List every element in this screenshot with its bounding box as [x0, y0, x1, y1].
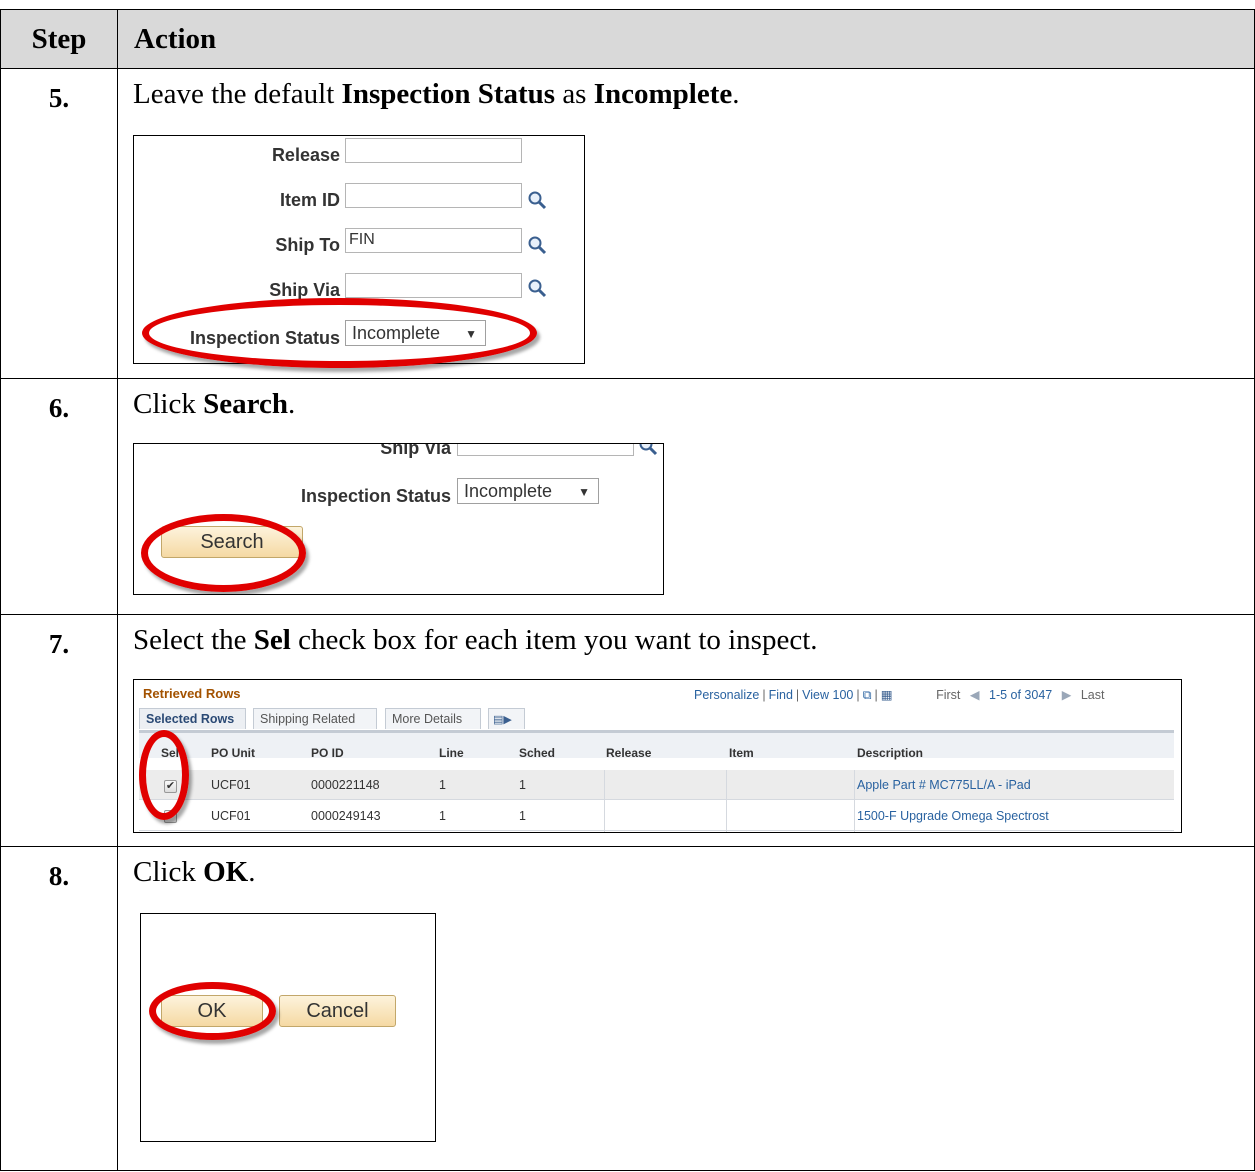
step-number: 7.: [0, 614, 118, 847]
lookup-icon[interactable]: [527, 235, 547, 255]
sched-cell: 1: [519, 778, 526, 792]
row-count: 1-5 of 3047: [989, 688, 1053, 702]
item-id-label: Item ID: [279, 190, 340, 210]
line-cell: 1: [439, 778, 446, 792]
step-column-header: Step: [0, 9, 118, 69]
lookup-icon[interactable]: [638, 443, 658, 456]
sel-checkbox[interactable]: ✔: [164, 780, 177, 793]
tab-shipping-related[interactable]: Shipping Related: [253, 708, 377, 729]
step-instruction: Click Search.: [133, 388, 296, 420]
column-header-po-id: PO ID: [311, 746, 344, 760]
ok-cancel-screenshot: OK Cancel: [140, 913, 436, 1142]
inspection-status-select[interactable]: Incomplete ▼: [457, 478, 599, 504]
step-number: 6.: [0, 378, 118, 615]
step-row-8: 8. Click OK. OK Cancel: [0, 846, 1255, 1171]
step-action: Leave the default Inspection Status as I…: [117, 68, 1255, 379]
grid-title: Retrieved Rows: [143, 686, 241, 701]
sel-checkbox[interactable]: [164, 810, 177, 823]
step-instruction: Select the Sel check box for each item y…: [133, 624, 818, 656]
show-all-columns-icon[interactable]: ▤▶: [488, 708, 525, 729]
ship-via-input[interactable]: [345, 273, 522, 298]
description-link[interactable]: 1500-F Upgrade Omega Spectrost: [857, 809, 1049, 823]
grid-header: [139, 730, 1174, 758]
prev-arrow-icon[interactable]: ◀: [970, 688, 980, 702]
ship-via-label: Ship Via: [269, 280, 340, 300]
step-row-5: 5. Leave the default Inspection Status a…: [0, 68, 1255, 379]
po-id-cell: 0000249143: [311, 809, 381, 823]
lookup-icon[interactable]: [527, 190, 547, 210]
search-button[interactable]: Search: [161, 526, 303, 558]
step-row-6: 6. Click Search. Ship Via Inspection Sta…: [0, 378, 1255, 615]
column-divider: [854, 770, 855, 832]
step-number: 8.: [0, 846, 118, 1171]
dropdown-arrow-icon: ▼: [465, 327, 477, 341]
cancel-button[interactable]: Cancel: [279, 995, 396, 1027]
inspection-status-label: Inspection Status: [189, 328, 340, 348]
release-input[interactable]: [345, 138, 522, 163]
column-header-description: Description: [857, 746, 924, 760]
column-header-sched: Sched: [519, 746, 556, 760]
action-column-header: Action: [117, 9, 1255, 69]
step-number: 5.: [0, 68, 118, 379]
lookup-icon[interactable]: [527, 278, 547, 298]
column-divider: [726, 770, 727, 832]
view-all-link[interactable]: View 100: [802, 688, 853, 702]
table-header-row: Step Action: [0, 9, 1255, 69]
tab-more-details[interactable]: More Details: [385, 708, 481, 729]
next-arrow-icon[interactable]: ▶: [1062, 688, 1072, 702]
personalize-link[interactable]: Personalize: [694, 688, 759, 702]
item-id-input[interactable]: [345, 183, 522, 208]
column-header-item: Item: [729, 746, 754, 760]
retrieved-rows-screenshot: Retrieved Rows Personalize | Find | View 100…: [133, 679, 1182, 833]
ship-to-input[interactable]: FIN: [345, 228, 522, 253]
first-link[interactable]: First: [936, 688, 960, 702]
step-action: Select the Sel check box for each item y…: [117, 614, 1255, 847]
download-icon[interactable]: ▦: [881, 688, 893, 702]
step-row-7: 7. Select the Sel check box for each ite…: [0, 614, 1255, 847]
ship-to-label: Ship To: [275, 235, 340, 255]
step-action: Click Search. Ship Via Inspection Status…: [117, 378, 1255, 615]
column-header-sel: Sel: [161, 746, 180, 760]
column-header-po-unit: PO Unit: [211, 746, 255, 760]
ship-via-label: Ship Via: [380, 443, 451, 458]
search-criteria-screenshot: Release Item ID Ship To FIN Ship Via Ins…: [133, 135, 585, 368]
find-link[interactable]: Find: [769, 688, 793, 702]
last-link[interactable]: Last: [1081, 688, 1105, 702]
po-unit-cell: UCF01: [211, 809, 251, 823]
dropdown-arrow-icon: ▼: [578, 485, 590, 499]
step-instruction: Leave the default Inspection Status as I…: [133, 78, 740, 110]
step-instruction: Click OK.: [133, 856, 256, 888]
tab-selected-rows[interactable]: Selected Rows: [139, 708, 246, 729]
search-button-screenshot: Ship Via Inspection Status Incomplete ▼ S…: [133, 443, 664, 595]
step-action: Click OK. OK Cancel: [117, 846, 1255, 1171]
inspection-status-select[interactable]: Incomplete ▼: [345, 320, 486, 346]
sched-cell: 1: [519, 809, 526, 823]
column-divider: [604, 770, 605, 832]
inspection-status-label: Inspection Status: [300, 486, 451, 506]
ok-button[interactable]: OK: [161, 995, 263, 1027]
instruction-table: Step Action 5. Leave the default Inspect…: [0, 9, 1255, 1171]
line-cell: 1: [439, 809, 446, 823]
description-link[interactable]: Apple Part # MC775LL/A - iPad: [857, 778, 1031, 792]
zoom-icon[interactable]: ⧉: [863, 688, 872, 702]
grid-navigation: Personalize | Find | View 100 | ⧉ | ▦ First ◀ 1-…: [694, 688, 1105, 702]
ship-via-input[interactable]: [457, 444, 634, 456]
column-header-release: Release: [606, 746, 652, 760]
release-label: Release: [271, 145, 340, 165]
po-unit-cell: UCF01: [211, 778, 251, 792]
column-header-line: Line: [439, 746, 464, 760]
po-id-cell: 0000221148: [311, 778, 380, 792]
